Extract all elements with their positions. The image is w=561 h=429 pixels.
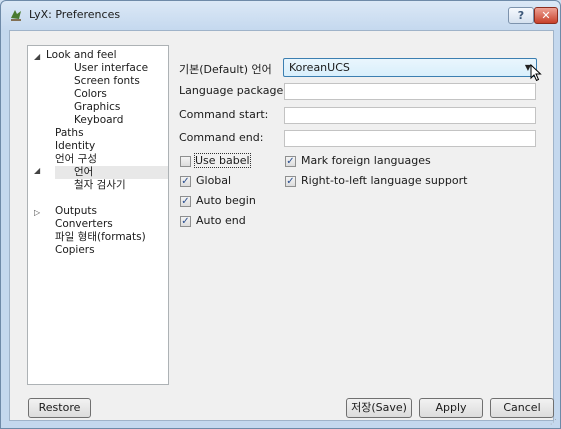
rtl-support-checkbox[interactable]: ✓ [285,176,296,187]
auto-begin-checkbox[interactable]: ✓ [180,196,191,207]
check-icon: ✓ [181,196,190,207]
mark-foreign-languages-checkbox[interactable]: ✓ [285,156,296,167]
tree-item-keyboard[interactable]: Keyboard [74,114,123,127]
tree-item-spellchecker[interactable]: 철자 검사기 [74,179,126,192]
apply-button[interactable]: Apply [419,398,483,418]
close-icon: ✕ [541,9,551,22]
help-button[interactable]: ? [508,7,534,24]
tree-item-file-formats[interactable]: 파일 형태(formats) [55,231,146,244]
tree-item-screen-fonts[interactable]: Screen fonts [74,75,140,88]
language-package-input[interactable] [284,83,536,100]
collapsed-arrow-icon[interactable]: ▷ [34,208,40,217]
auto-end-label[interactable]: Auto end [196,214,246,227]
auto-end-checkbox[interactable]: ✓ [180,216,191,227]
language-package-label: Language package: [179,84,287,97]
default-language-label: 기본(Default) 언어 [179,63,272,76]
check-icon: ✓ [181,216,190,227]
mouse-pointer-icon [530,64,542,82]
global-checkbox[interactable]: ✓ [180,176,191,187]
expanded-arrow-icon[interactable]: ◢ [34,166,40,175]
mark-foreign-languages-label[interactable]: Mark foreign languages [301,154,431,167]
expanded-arrow-icon[interactable]: ◢ [34,52,40,61]
use-babel-checkbox[interactable] [180,156,191,167]
command-start-label: Command start: [179,108,269,121]
preferences-window: LyX: Preferences ? ✕ ◢ Look and feel Use… [0,0,561,429]
default-language-select[interactable]: KoreanUCS ▼ [283,58,537,77]
tree-item-copiers[interactable]: Copiers [55,244,95,257]
check-icon: ✓ [286,176,295,187]
command-end-input[interactable] [284,130,536,147]
category-tree[interactable]: ◢ Look and feel User interface Screen fo… [27,45,169,385]
tree-item-language-label: 언어 [74,166,94,178]
tree-item-graphics[interactable]: Graphics [74,101,120,114]
auto-begin-label[interactable]: Auto begin [196,194,256,207]
resize-grip-icon[interactable]: ⋰ [550,418,557,426]
command-end-label: Command end: [179,131,264,144]
use-babel-label[interactable]: Use babel [194,153,251,168]
default-language-value: KoreanUCS [289,61,350,74]
tree-item-language[interactable]: 언어 [55,166,168,179]
tree-item-language-settings[interactable]: 언어 구성 [55,153,97,166]
cancel-button[interactable]: Cancel [490,398,554,418]
check-icon: ✓ [286,156,295,167]
rtl-support-label[interactable]: Right-to-left language support [301,174,467,187]
tree-item-outputs[interactable]: Outputs [55,205,97,218]
command-start-input[interactable] [284,107,536,124]
title-bar[interactable]: LyX: Preferences ? ✕ [1,1,560,29]
tree-item-identity[interactable]: Identity [55,140,95,153]
save-button[interactable]: 저장(Save) [346,398,412,418]
tree-item-paths[interactable]: Paths [55,127,84,140]
lyx-app-icon [11,10,21,21]
global-label[interactable]: Global [196,174,231,187]
tree-item-user-interface[interactable]: User interface [74,62,148,75]
check-icon: ✓ [181,176,190,187]
tree-item-look-and-feel[interactable]: Look and feel [46,49,117,62]
help-icon: ? [517,9,525,22]
tree-item-converters[interactable]: Converters [55,218,113,231]
tree-item-colors[interactable]: Colors [74,88,107,101]
window-title: LyX: Preferences [29,8,121,21]
close-button[interactable]: ✕ [534,7,558,24]
restore-button[interactable]: Restore [28,398,91,418]
